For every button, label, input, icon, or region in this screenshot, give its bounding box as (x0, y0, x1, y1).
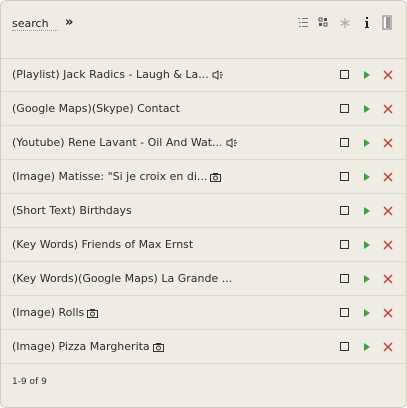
list-item[interactable]: (Google Maps)(Skype) Contact (1, 92, 406, 126)
row-actions (339, 306, 397, 320)
list-item[interactable]: (Image) Pizza Margherita (1, 330, 406, 364)
row-actions (339, 204, 397, 218)
item-title[interactable]: (Key Words) Friends of Max Ernst (12, 237, 193, 253)
item-title-text: (Youtube) Rene Lavant - Oil And Wat... (12, 136, 223, 149)
play-icon[interactable] (361, 204, 373, 218)
item-title-text: (Key Words) Friends of Max Ernst (12, 238, 194, 251)
info-icon[interactable] (361, 15, 375, 31)
delete-icon[interactable] (382, 306, 394, 320)
delete-icon[interactable] (382, 68, 394, 82)
play-icon[interactable] (361, 340, 373, 354)
item-title[interactable]: (Google Maps)(Skype) Contact (12, 101, 180, 117)
list-item[interactable]: (Image) Rolls (1, 296, 406, 330)
camera-icon (210, 171, 222, 187)
list-item[interactable]: (Key Words) Friends of Max Ernst (1, 228, 406, 262)
item-title-text: (Short Text) Birthdays (12, 204, 132, 217)
item-title[interactable]: (Youtube) Rene Lavant - Oil And Wat... (12, 135, 238, 151)
row-actions (339, 136, 397, 150)
panel-header: search » (1, 1, 406, 57)
delete-icon[interactable] (382, 204, 394, 218)
item-title[interactable]: (Playlist) Jack Radics - Laugh & La... (12, 67, 224, 83)
select-checkbox-icon[interactable] (339, 102, 351, 116)
items-panel: search » (Playlist) Jack Radics - Laugh … (0, 0, 407, 408)
item-title-text: (Image) Pizza Margherita (12, 340, 150, 353)
item-title-text: (Playlist) Jack Radics - Laugh & La... (12, 68, 209, 81)
speaker-icon (226, 137, 238, 153)
select-checkbox-icon[interactable] (339, 272, 351, 286)
item-title-text: (Image) Matisse: "Si je croix en di... (12, 170, 208, 183)
camera-icon (87, 307, 99, 323)
asterisk-icon[interactable] (339, 15, 353, 31)
select-checkbox-icon[interactable] (339, 204, 351, 218)
row-actions (339, 170, 397, 184)
play-icon[interactable] (361, 170, 373, 184)
delete-icon[interactable] (382, 238, 394, 252)
play-icon[interactable] (361, 102, 373, 116)
play-icon[interactable] (361, 306, 373, 320)
select-checkbox-icon[interactable] (339, 136, 351, 150)
pagination-label: 1-9 of 9 (12, 377, 47, 387)
item-title[interactable]: (Image) Pizza Margherita (12, 339, 164, 355)
delete-icon[interactable] (382, 272, 394, 286)
list-item[interactable]: (Image) Matisse: "Si je croix en di... (1, 160, 406, 194)
select-checkbox-icon[interactable] (339, 340, 351, 354)
speaker-icon (212, 69, 224, 85)
list-icon[interactable] (297, 15, 311, 31)
list-item[interactable]: (Playlist) Jack Radics - Laugh & La... (1, 58, 406, 92)
row-actions (339, 340, 397, 354)
list-item[interactable]: (Short Text) Birthdays (1, 194, 406, 228)
row-actions (339, 238, 397, 252)
play-icon[interactable] (361, 238, 373, 252)
item-title-text: (Google Maps)(Skype) Contact (12, 102, 180, 115)
item-title-text: (Key Words)(Google Maps) La Grande ... (12, 272, 233, 285)
search-input[interactable]: search (12, 17, 58, 31)
delete-icon[interactable] (382, 136, 394, 150)
item-title[interactable]: (Short Text) Birthdays (12, 203, 132, 219)
select-checkbox-icon[interactable] (339, 68, 351, 82)
item-title[interactable]: (Image) Rolls (12, 305, 99, 323)
select-checkbox-icon[interactable] (339, 306, 351, 320)
delete-icon[interactable] (382, 170, 394, 184)
item-title-text: (Image) Rolls (12, 306, 85, 319)
row-actions (339, 272, 397, 286)
row-actions (339, 102, 397, 116)
play-icon[interactable] (361, 272, 373, 286)
select-checkbox-icon[interactable] (339, 238, 351, 252)
camera-icon (152, 341, 164, 357)
item-title[interactable]: (Image) Matisse: "Si je croix en di... (12, 169, 222, 187)
search-go-button[interactable]: » (65, 15, 79, 31)
item-list: (Playlist) Jack Radics - Laugh & La... (G… (1, 58, 406, 364)
play-icon[interactable] (361, 136, 373, 150)
grid-icon[interactable] (318, 15, 332, 31)
delete-icon[interactable] (382, 102, 394, 116)
list-item[interactable]: (Youtube) Rene Lavant - Oil And Wat... (1, 126, 406, 160)
list-item[interactable]: (Key Words)(Google Maps) La Grande ... (1, 262, 406, 296)
delete-icon[interactable] (382, 340, 394, 354)
select-checkbox-icon[interactable] (339, 170, 351, 184)
row-actions (339, 68, 397, 82)
play-icon[interactable] (361, 68, 373, 82)
document-icon[interactable] (381, 15, 395, 31)
item-title[interactable]: (Key Words)(Google Maps) La Grande ... (12, 271, 232, 287)
